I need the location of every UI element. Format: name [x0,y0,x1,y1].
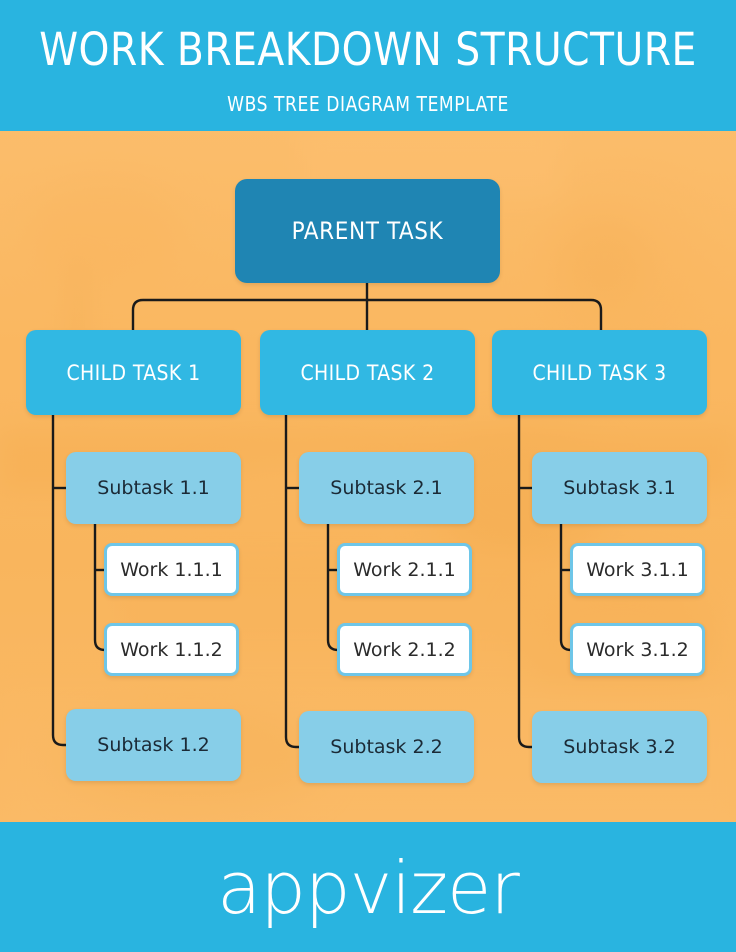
node-label: Subtask 3.2 [563,736,676,758]
node-work-3-1-2[interactable]: Work 3.1.2 [570,623,705,676]
node-label: Work 2.1.1 [353,558,456,581]
page-subtitle: WBS TREE DIAGRAM TEMPLATE [227,92,509,116]
node-label: Subtask 1.1 [97,477,210,499]
node-work-1-1-1[interactable]: Work 1.1.1 [104,543,239,596]
node-work-3-1-1[interactable]: Work 3.1.1 [570,543,705,596]
node-label: Work 3.1.2 [586,638,689,661]
node-subtask-2-1[interactable]: Subtask 2.1 [299,452,474,524]
node-label: Work 3.1.1 [586,558,689,581]
node-subtask-1-2[interactable]: Subtask 1.2 [66,709,241,781]
node-subtask-1-1[interactable]: Subtask 1.1 [66,452,241,524]
node-label: Subtask 2.1 [330,477,443,499]
node-label: Subtask 3.1 [563,477,676,499]
footer-bar: appvizer [0,822,736,952]
wbs-poster: PARENT TASK CHILD TASK 1 CHILD TASK 2 CH… [0,0,736,952]
page-title: WORK BREAKDOWN STRUCTURE [39,23,697,76]
node-parent-task[interactable]: PARENT TASK [235,179,500,283]
node-subtask-2-2[interactable]: Subtask 2.2 [299,711,474,783]
node-child-task-1[interactable]: CHILD TASK 1 [26,330,241,415]
node-subtask-3-2[interactable]: Subtask 3.2 [532,711,707,783]
node-label: Subtask 1.2 [97,734,210,756]
node-label: CHILD TASK 3 [532,360,667,385]
header-bar: WORK BREAKDOWN STRUCTURE WBS TREE DIAGRA… [0,0,736,131]
node-label: CHILD TASK 2 [300,360,435,385]
node-work-2-1-1[interactable]: Work 2.1.1 [337,543,472,596]
node-work-1-1-2[interactable]: Work 1.1.2 [104,623,239,676]
node-label: Work 1.1.2 [120,638,223,661]
appvizer-logo: appvizer [217,846,520,930]
node-subtask-3-1[interactable]: Subtask 3.1 [532,452,707,524]
node-label: PARENT TASK [291,217,444,245]
node-label: Work 1.1.1 [120,558,223,581]
wbs-diagram: PARENT TASK CHILD TASK 1 CHILD TASK 2 CH… [0,0,736,952]
node-child-task-2[interactable]: CHILD TASK 2 [260,330,475,415]
node-label: Work 2.1.2 [353,638,456,661]
node-label: CHILD TASK 1 [66,360,201,385]
node-label: Subtask 2.2 [330,736,443,758]
node-work-2-1-2[interactable]: Work 2.1.2 [337,623,472,676]
node-child-task-3[interactable]: CHILD TASK 3 [492,330,707,415]
